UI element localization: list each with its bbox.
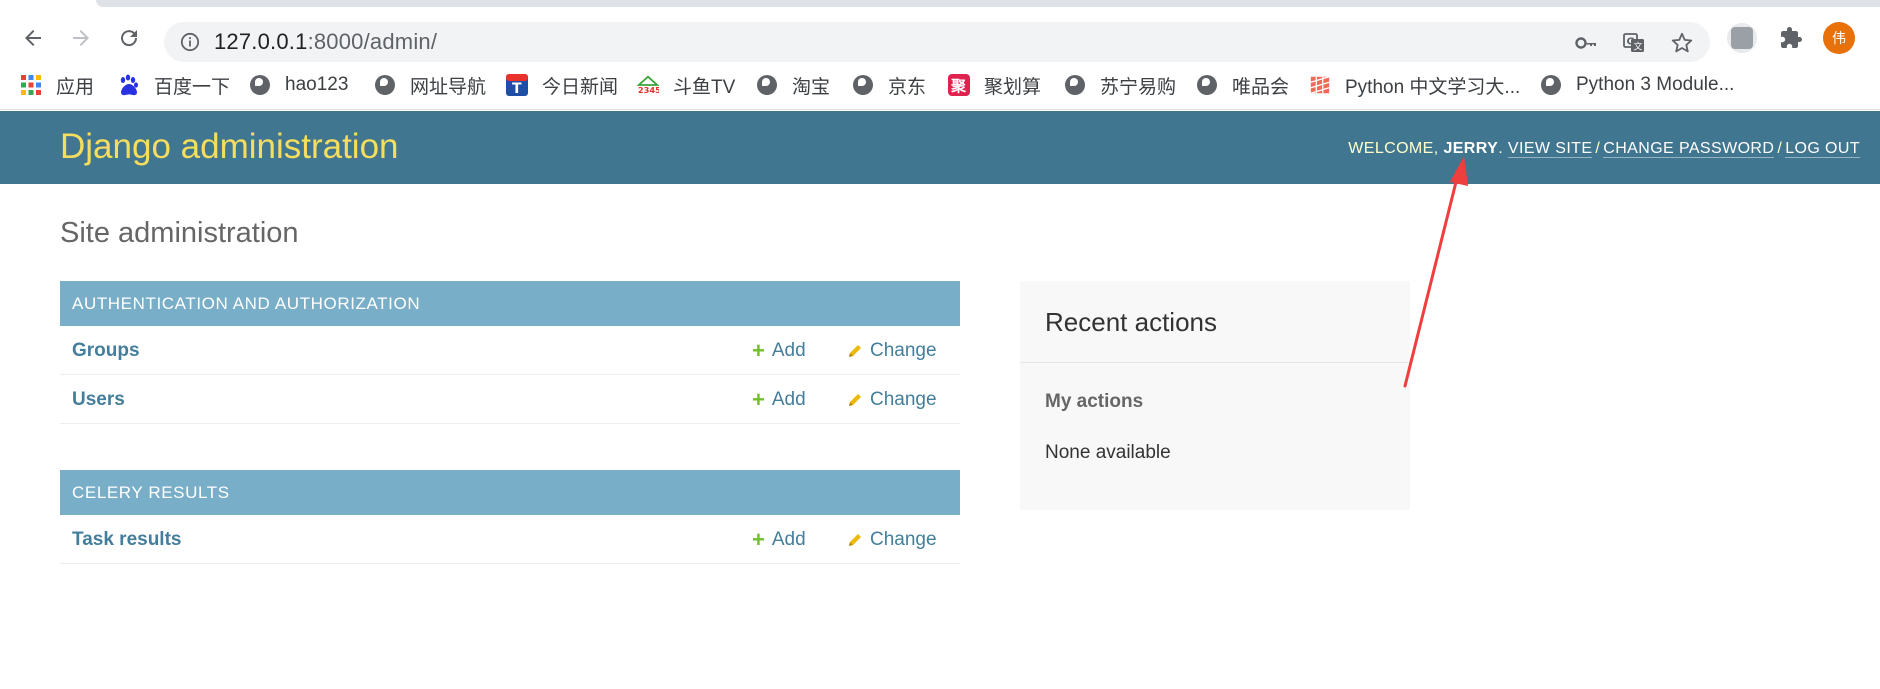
red-arrow-annotation xyxy=(1403,156,1468,388)
